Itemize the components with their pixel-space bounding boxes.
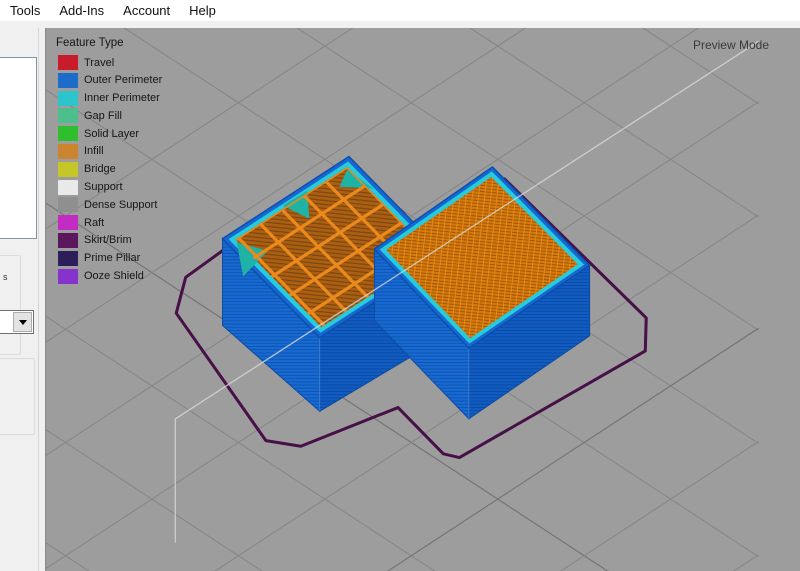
left-sidebar: s — [0, 28, 45, 571]
legend-color-swatch — [58, 91, 78, 106]
dropdown-arrow-button[interactable] — [13, 312, 32, 332]
legend-item-label: Inner Perimeter — [84, 92, 160, 104]
legend-item-label: Skirt/Brim — [84, 234, 132, 246]
legend-item-label: Support — [84, 181, 123, 193]
legend-item-label: Outer Perimeter — [84, 74, 162, 86]
legend-item-label: Solid Layer — [84, 128, 139, 140]
legend-item-label: Raft — [84, 217, 104, 229]
legend-item: Travel — [58, 55, 162, 70]
legend-item-label: Prime Pillar — [84, 252, 140, 264]
legend-item: Outer Perimeter — [58, 73, 162, 88]
legend-item: Solid Layer — [58, 126, 162, 141]
legend-item: Infill — [58, 144, 162, 159]
legend-item: Support — [58, 180, 162, 195]
application-window: Tools Add-Ins Account Help s Feature Typ… — [0, 0, 800, 571]
legend-item: Bridge — [58, 162, 162, 177]
sidebar-groupbox-upper — [0, 255, 21, 355]
legend-color-swatch — [58, 108, 78, 123]
menu-bar: Tools Add-Ins Account Help — [0, 0, 800, 21]
toolbar-strip — [0, 21, 800, 28]
legend-item-label: Gap Fill — [84, 110, 122, 122]
legend-item-label: Bridge — [84, 163, 116, 175]
legend-item: Prime Pillar — [58, 251, 162, 266]
feature-legend-items: Travel Outer Perimeter Inner Perimeter Gap … — [58, 55, 162, 284]
menu-tools[interactable]: Tools — [10, 3, 40, 18]
legend-color-swatch — [58, 144, 78, 159]
preview-3d-viewport[interactable]: Feature Type Travel Outer Perimeter Inner … — [45, 28, 800, 571]
feature-type-legend: Feature Type Travel Outer Perimeter Inner … — [58, 37, 162, 286]
legend-color-swatch — [58, 269, 78, 284]
legend-color-swatch — [58, 126, 78, 141]
menu-help[interactable]: Help — [189, 3, 216, 18]
dropdown-arrow-icon — [19, 320, 27, 325]
legend-color-swatch — [58, 215, 78, 230]
legend-title: Feature Type — [56, 37, 162, 49]
process-list-box[interactable] — [0, 57, 37, 239]
preview-mode-label: Preview Mode — [693, 38, 769, 52]
legend-item-label: Ooze Shield — [84, 270, 144, 282]
sidebar-groupbox-lower — [0, 358, 35, 435]
legend-item-label: Infill — [84, 145, 104, 157]
legend-item-label: Dense Support — [84, 199, 157, 211]
sidebar-dropdown[interactable] — [0, 310, 34, 334]
legend-item-label: Travel — [84, 57, 114, 69]
legend-item: Gap Fill — [58, 108, 162, 123]
legend-color-swatch — [58, 55, 78, 70]
legend-item: Inner Perimeter — [58, 91, 162, 106]
legend-item: Ooze Shield — [58, 269, 162, 284]
legend-color-swatch — [58, 73, 78, 88]
sidebar-splitter[interactable] — [38, 28, 39, 571]
truncated-sidebar-label: s — [3, 272, 8, 282]
legend-color-swatch — [58, 162, 78, 177]
legend-item: Dense Support — [58, 197, 162, 212]
legend-color-swatch — [58, 233, 78, 248]
legend-color-swatch — [58, 251, 78, 266]
legend-item: Skirt/Brim — [58, 233, 162, 248]
legend-color-swatch — [58, 197, 78, 212]
legend-color-swatch — [58, 180, 78, 195]
legend-item: Raft — [58, 215, 162, 230]
menu-account[interactable]: Account — [123, 3, 170, 18]
menu-add-ins[interactable]: Add-Ins — [59, 3, 104, 18]
